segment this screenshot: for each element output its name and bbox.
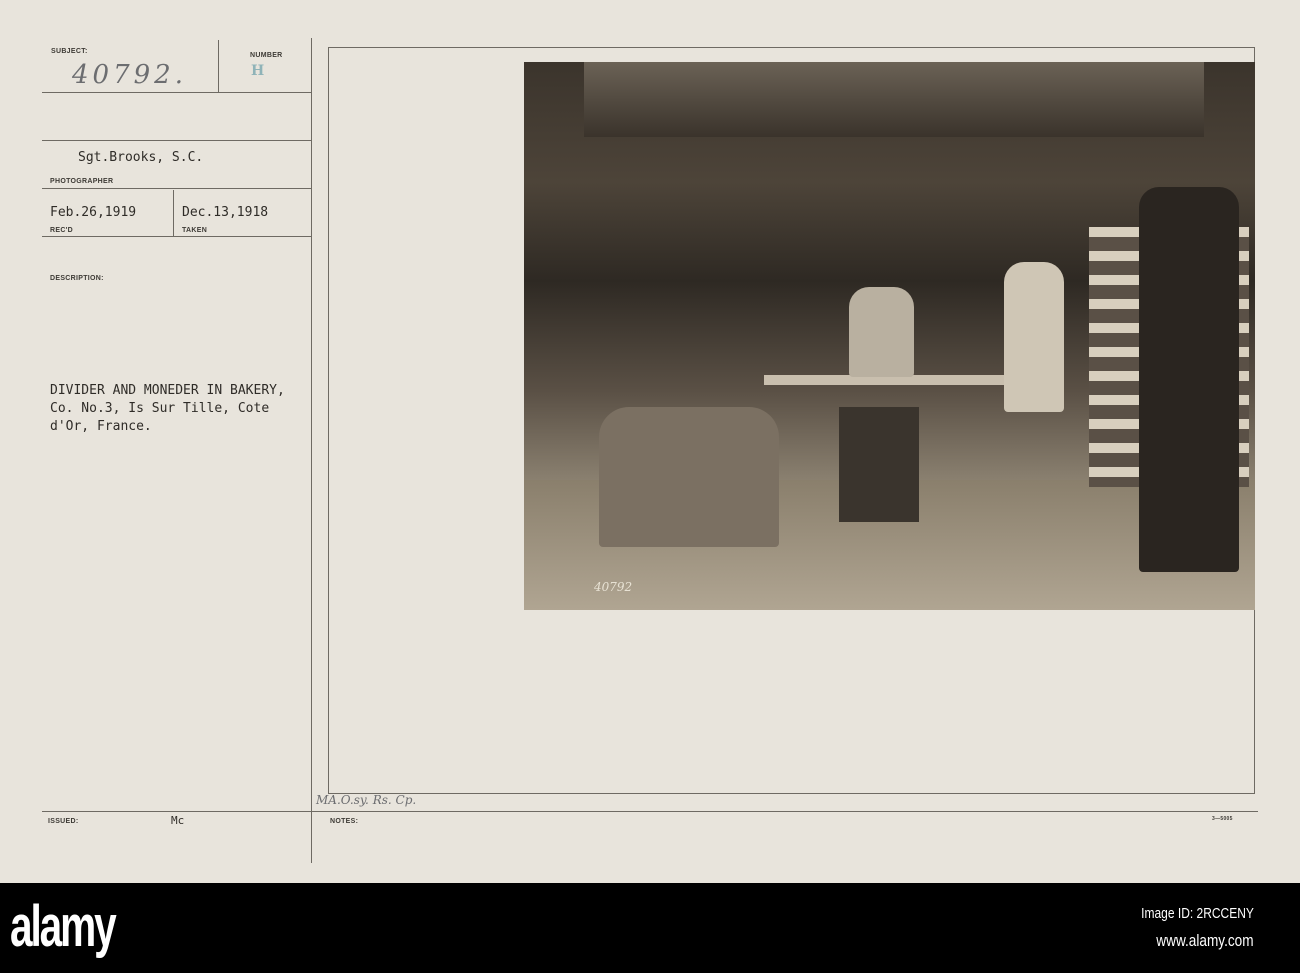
photo-divider-machine	[599, 407, 779, 547]
rule	[42, 188, 311, 189]
image-id: Image ID: 2RCCENY	[1141, 905, 1254, 922]
description-label: DESCRIPTION:	[50, 275, 104, 282]
description-line: d'Or, France.	[50, 419, 152, 434]
taken-value: Dec.13,1918	[182, 205, 269, 220]
photo-number: 40792	[594, 580, 633, 594]
bakery-photograph: 40792	[524, 62, 1255, 610]
description-line: Co. No.3, Is Sur Tille, Cote	[50, 401, 270, 416]
form-number: 3—5005	[1212, 816, 1233, 822]
issued-label: ISSUED:	[48, 818, 79, 825]
subject-label: SUBJECT:	[51, 48, 88, 55]
site-url[interactable]: www.alamy.com	[1157, 931, 1254, 951]
notes-label: NOTES:	[330, 818, 359, 825]
photo-worker	[1139, 187, 1239, 572]
photo-worker	[1004, 262, 1064, 412]
taken-label: TAKEN	[182, 227, 208, 234]
photo-barrel	[839, 407, 919, 522]
description-text: DIVIDER AND MONEDER IN BAKERY, Co. No.3,…	[50, 382, 285, 436]
recd-value: Feb.26,1919	[50, 205, 137, 220]
photographer-label: PHOTOGRAPHER	[50, 178, 114, 185]
rule	[42, 92, 311, 93]
subject-value: 40792.	[72, 60, 187, 90]
issued-value: Mc	[171, 814, 185, 827]
stock-footer: alamy Image ID: 2RCCENY www.alamy.com	[0, 883, 1300, 973]
date-divider	[173, 190, 174, 236]
recd-label: REC'D	[50, 227, 73, 234]
rule	[42, 236, 311, 237]
description-line: DIVIDER AND MONEDER IN BAKERY,	[50, 383, 285, 398]
number-value: H	[251, 63, 265, 79]
photo-worker	[849, 287, 914, 377]
rule	[42, 140, 311, 141]
photo-record-card: SUBJECT: 40792. NUMBER H Sgt.Brooks, S.C…	[0, 0, 1300, 883]
column-divider	[311, 38, 312, 863]
number-divider	[218, 40, 219, 92]
rule	[42, 811, 1258, 812]
alamy-logo: alamy	[10, 894, 117, 959]
notes-handwritten: MA.O.sy. Rs. Cp.	[316, 793, 417, 807]
number-label: NUMBER	[250, 52, 283, 59]
photographer-value: Sgt.Brooks, S.C.	[78, 150, 204, 165]
photo-beam	[584, 62, 1204, 137]
